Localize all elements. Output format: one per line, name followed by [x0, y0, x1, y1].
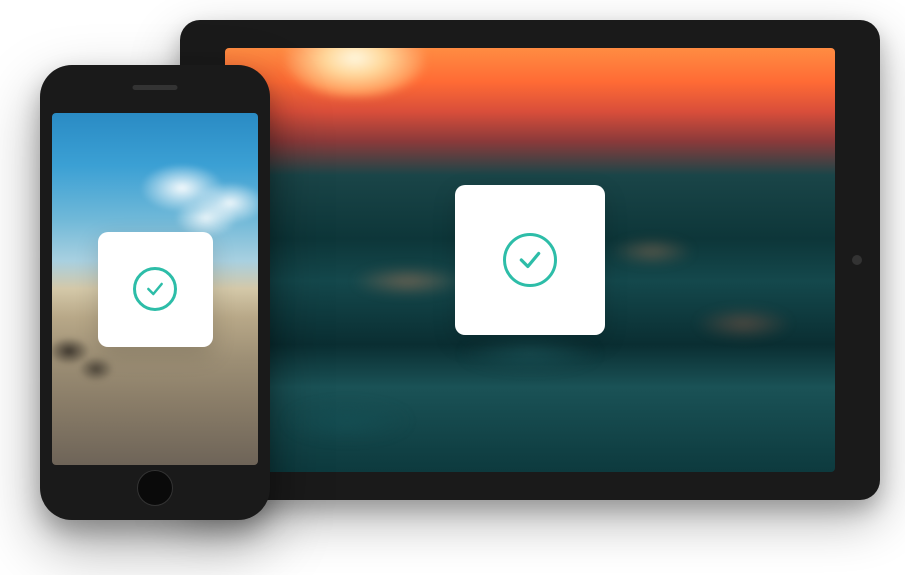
phone-device-frame [40, 65, 270, 520]
checkmark-circle-icon [503, 233, 557, 287]
tablet-screen [225, 48, 835, 472]
tablet-confirmation-card [455, 185, 605, 335]
phone-confirmation-card [98, 232, 213, 347]
tablet-device-frame [180, 20, 880, 500]
phone-screen [52, 113, 258, 465]
checkmark-circle-icon [133, 267, 177, 311]
